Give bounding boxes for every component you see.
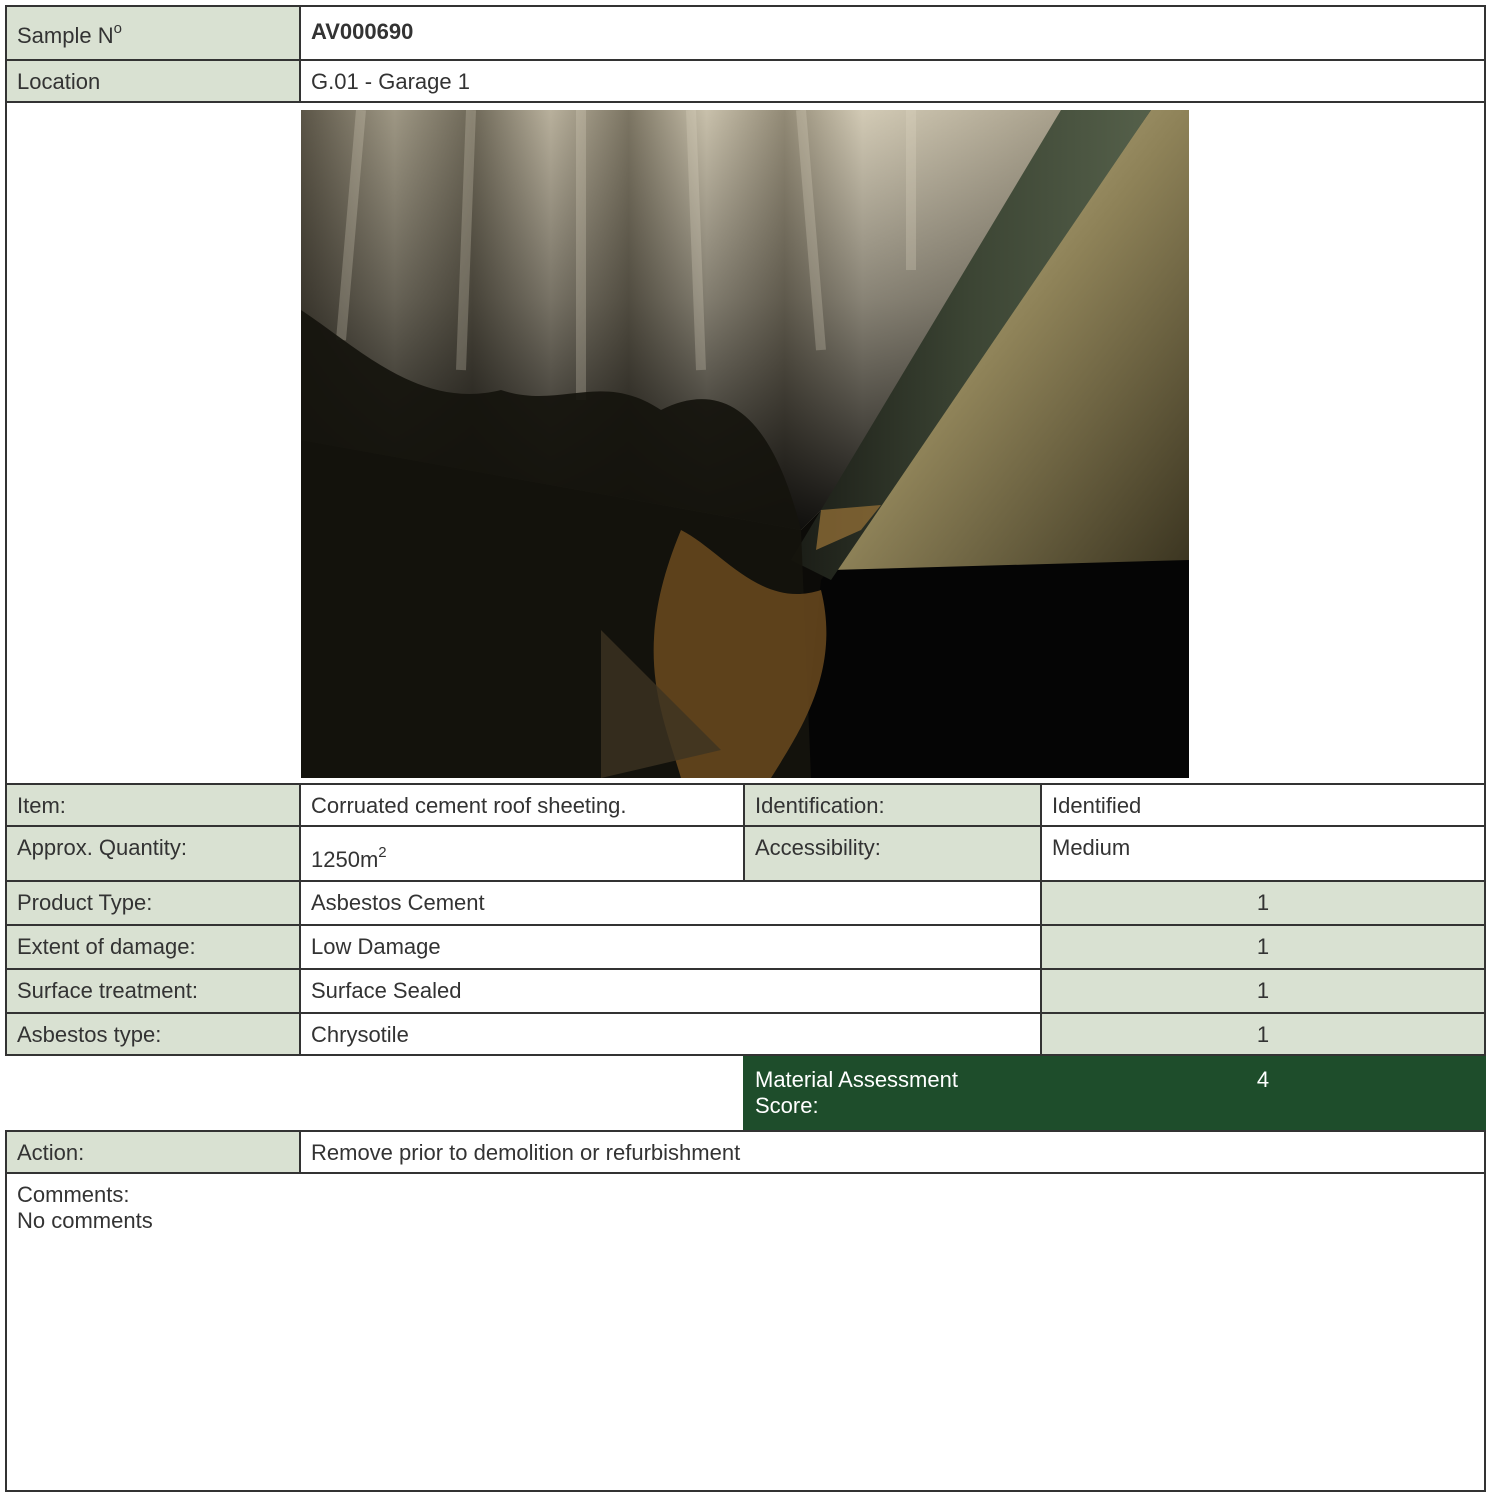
- extent-damage-label-text: Extent of damage:: [17, 934, 196, 959]
- asbestos-type-score: 1: [1040, 1012, 1486, 1056]
- quantity-value-superscript: 2: [378, 843, 387, 861]
- location-value-text: G.01 - Garage 1: [311, 69, 470, 94]
- extent-damage-label: Extent of damage:: [5, 924, 301, 970]
- location-label: Location: [5, 59, 301, 103]
- material-assessment-score: 4: [1040, 1056, 1486, 1130]
- asbestos-type-label-text: Asbestos type:: [17, 1022, 162, 1047]
- quantity-value: 1250m2: [299, 825, 745, 882]
- action-label-text: Action:: [17, 1140, 85, 1165]
- material-assessment-label: Material Assessment Score:: [743, 1056, 1042, 1130]
- asbestos-type-value-text: Chrysotile: [311, 1022, 409, 1047]
- quantity-value-text: 1250m: [311, 847, 379, 872]
- extent-damage-score-text: 1: [1256, 934, 1270, 959]
- sample-no-label-superscript: o: [113, 19, 122, 37]
- surface-treatment-value: Surface Sealed: [299, 968, 1042, 1014]
- photo-cell: [5, 101, 1486, 785]
- sample-no-label: Sample No: [5, 5, 301, 61]
- surface-treatment-score-text: 1: [1256, 978, 1270, 1003]
- surface-treatment-label: Surface treatment:: [5, 968, 301, 1014]
- product-type-label: Product Type:: [5, 880, 301, 926]
- accessibility-label-text: Accessibility:: [755, 835, 881, 860]
- accessibility-label: Accessibility:: [743, 825, 1042, 882]
- asbestos-type-value: Chrysotile: [299, 1012, 1042, 1056]
- action-value: Remove prior to demolition or refurbishm…: [299, 1130, 1486, 1174]
- sample-photo: [301, 110, 1189, 778]
- sample-photo-image: [301, 110, 1189, 778]
- location-value: G.01 - Garage 1: [299, 59, 1486, 103]
- accessibility-value-text: Medium: [1052, 835, 1131, 860]
- identification-value-text: Identified: [1052, 793, 1142, 818]
- product-type-value-text: Asbestos Cement: [311, 890, 485, 915]
- product-type-score: 1: [1040, 880, 1486, 926]
- location-label-text: Location: [17, 69, 101, 94]
- product-type-value: Asbestos Cement: [299, 880, 1042, 926]
- identification-label-text: Identification:: [755, 793, 885, 818]
- product-type-score-text: 1: [1256, 890, 1270, 915]
- quantity-label-text: Approx. Quantity:: [17, 835, 187, 860]
- sample-no-value: AV000690: [299, 5, 1486, 61]
- comments-box: Comments: No comments: [5, 1172, 1486, 1492]
- product-type-label-text: Product Type:: [17, 890, 153, 915]
- surface-treatment-score: 1: [1040, 968, 1486, 1014]
- sample-no-value-text: AV000690: [311, 19, 414, 44]
- action-label: Action:: [5, 1130, 301, 1174]
- material-assessment-score-text: 4: [1256, 1067, 1270, 1092]
- item-label: Item:: [5, 783, 301, 827]
- sample-no-label-text: Sample N: [17, 23, 114, 48]
- asbestos-type-score-text: 1: [1256, 1022, 1270, 1047]
- extent-damage-value-text: Low Damage: [311, 934, 441, 959]
- accessibility-value: Medium: [1040, 825, 1486, 882]
- identification-value: Identified: [1040, 783, 1486, 827]
- item-value: Corruated cement roof sheeting.: [299, 783, 745, 827]
- extent-damage-value: Low Damage: [299, 924, 1042, 970]
- asbestos-type-label: Asbestos type:: [5, 1012, 301, 1056]
- surface-treatment-value-text: Surface Sealed: [311, 978, 462, 1003]
- surface-treatment-label-text: Surface treatment:: [17, 978, 198, 1003]
- action-value-text: Remove prior to demolition or refurbishm…: [311, 1140, 741, 1165]
- quantity-label: Approx. Quantity:: [5, 825, 301, 882]
- item-value-text: Corruated cement roof sheeting.: [311, 793, 627, 818]
- item-label-text: Item:: [17, 793, 66, 818]
- comments-label: Comments:: [17, 1182, 130, 1207]
- extent-damage-score: 1: [1040, 924, 1486, 970]
- comments-text: No comments: [17, 1208, 153, 1233]
- material-assessment-label-line2: Score:: [755, 1093, 819, 1118]
- identification-label: Identification:: [743, 783, 1042, 827]
- material-assessment-label-line1: Material Assessment: [755, 1067, 958, 1092]
